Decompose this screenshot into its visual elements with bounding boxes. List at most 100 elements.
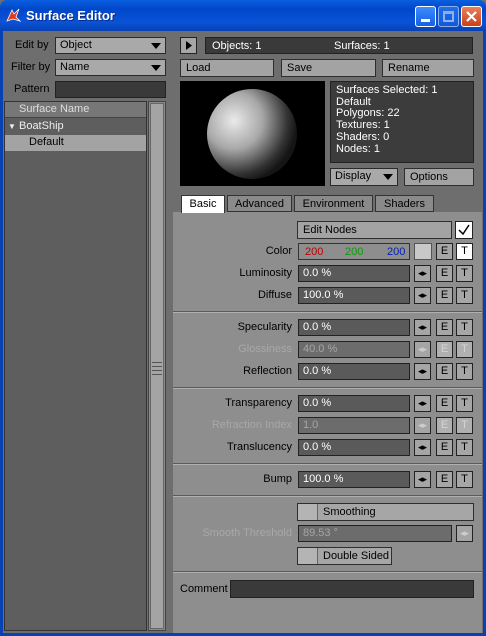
list-scrollbar[interactable] [148,101,166,631]
options-button[interactable]: Options [404,168,474,186]
color-swatch[interactable] [414,243,432,260]
luminosity-slider-icon[interactable]: ◂▸ [414,265,431,282]
smooth-threshold-label: Smooth Threshold [202,527,292,539]
transparency-label: Transparency [225,397,292,409]
divider [173,463,482,465]
filter-by-label: Filter by [11,61,51,73]
info-line: Shaders: 0 [336,130,390,143]
bump-input[interactable]: 100.0 % [298,471,410,488]
glossiness-input: 40.0 % [298,341,410,358]
translucency-slider-icon[interactable]: ◂▸ [414,439,431,456]
specularity-texture-button[interactable]: T [456,319,473,336]
smooth-threshold-slider-icon: ◂▸ [456,525,473,542]
refraction-index-input: 1.0 [298,417,410,434]
comment-input[interactable] [230,580,474,598]
refraction-texture-button: T [456,417,473,434]
pattern-label: Pattern [14,83,50,95]
translucency-envelope-button[interactable]: E [436,439,453,456]
edit-by-label: Edit by [15,39,49,51]
diffuse-input[interactable]: 100.0 % [298,287,410,304]
color-rgb-field[interactable]: 200 200 200 [298,243,410,260]
bump-slider-icon[interactable]: ◂▸ [414,471,431,488]
filter-by-select[interactable]: Name [55,59,166,76]
title-bar: Surface Editor [0,0,486,31]
display-select[interactable]: Display [330,168,398,186]
surface-info: Surfaces Selected: 1 Default Polygons: 2… [330,81,474,163]
chevron-down-icon [151,65,161,71]
luminosity-envelope-button[interactable]: E [436,265,453,282]
color-blue-value[interactable]: 200 [387,246,405,258]
smoothing-toggle[interactable]: Smoothing [297,503,474,521]
divider [173,387,482,389]
minimize-button[interactable] [415,6,436,27]
transparency-input[interactable]: 0.0 % [298,395,410,412]
expand-panel-button[interactable] [180,37,197,54]
bump-envelope-button[interactable]: E [436,471,453,488]
reflection-texture-button[interactable]: T [456,363,473,380]
tree-item-default[interactable]: Default [5,135,146,151]
tab-advanced[interactable]: Advanced [227,195,292,212]
bump-texture-button[interactable]: T [456,471,473,488]
reflection-slider-icon[interactable]: ◂▸ [414,363,431,380]
specularity-envelope-button[interactable]: E [436,319,453,336]
tab-environment[interactable]: Environment [294,195,373,212]
reflection-envelope-button[interactable]: E [436,363,453,380]
specularity-slider-icon[interactable]: ◂▸ [414,319,431,336]
pattern-input[interactable] [55,81,166,98]
specularity-label: Specularity [237,321,292,333]
envelope-button[interactable]: E [436,243,453,260]
tab-shaders[interactable]: Shaders [375,195,434,212]
reflection-input[interactable]: 0.0 % [298,363,410,380]
refraction-slider-icon: ◂▸ [414,417,431,434]
surface-preview[interactable] [180,81,325,186]
objects-count: Objects: 1 [212,40,262,52]
rename-button[interactable]: Rename [382,59,474,77]
checkmark-icon [458,224,470,236]
diffuse-texture-button[interactable]: T [456,287,473,304]
diffuse-slider-icon[interactable]: ◂▸ [414,287,431,304]
glossiness-texture-button: T [456,341,473,358]
glossiness-slider-icon: ◂▸ [414,341,431,358]
load-button[interactable]: Load [180,59,274,77]
bump-label: Bump [263,473,292,485]
divider [173,495,482,497]
double-sided-toggle[interactable]: Double Sided [297,547,392,565]
info-line: Nodes: 1 [336,142,381,155]
transparency-slider-icon[interactable]: ◂▸ [414,395,431,412]
edit-by-select[interactable]: Object [55,37,166,54]
transparency-envelope-button[interactable]: E [436,395,453,412]
surfaces-count: Surfaces: 1 [334,40,390,52]
color-green-value[interactable]: 200 [345,246,363,258]
selection-summary: Objects: 1 Surfaces: 1 [205,37,473,54]
luminosity-input[interactable]: 0.0 % [298,265,410,282]
translucency-input[interactable]: 0.0 % [298,439,410,456]
close-icon [466,11,477,22]
texture-button[interactable]: T [456,243,473,260]
transparency-texture-button[interactable]: T [456,395,473,412]
surface-list[interactable]: Surface Name ▼ BoatShip Default [4,101,147,631]
diffuse-envelope-button[interactable]: E [436,287,453,304]
surface-name-header[interactable]: Surface Name [5,102,146,118]
translucency-label: Translucency [226,441,292,453]
luminosity-texture-button[interactable]: T [456,265,473,282]
save-button[interactable]: Save [281,59,376,77]
specularity-input[interactable]: 0.0 % [298,319,410,336]
refraction-envelope-button: E [436,417,453,434]
tab-basic[interactable]: Basic [181,195,225,213]
tree-item-boatship[interactable]: ▼ BoatShip [5,119,146,135]
smooth-threshold-input: 89.53 ° [298,525,452,542]
chevron-down-icon [383,174,393,180]
nodes-checkbox[interactable] [455,221,473,239]
refraction-index-label: Refraction Index [211,419,292,431]
color-red-value[interactable]: 200 [305,246,323,258]
glossiness-envelope-button: E [436,341,453,358]
info-line: Surfaces Selected: 1 [336,84,438,96]
translucency-texture-button[interactable]: T [456,439,473,456]
color-label: Color [265,245,292,257]
scrollbar-thumb[interactable] [150,103,164,629]
expand-arrow-icon[interactable]: ▼ [8,122,16,131]
close-button[interactable] [461,6,482,27]
diffuse-label: Diffuse [257,289,292,301]
edit-nodes-button[interactable]: Edit Nodes [297,221,452,239]
smoothing-label: Smoothing [323,506,376,518]
